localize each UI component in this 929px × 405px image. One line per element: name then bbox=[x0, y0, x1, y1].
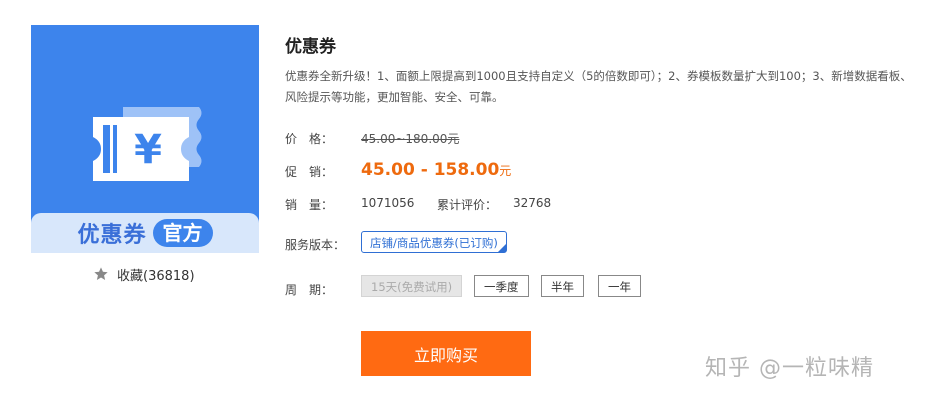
selected-check-corner bbox=[497, 244, 506, 252]
product-description: 优惠券全新升级！1、面额上限提高到1000且支持自定义（5的倍数即可）；2、券模… bbox=[285, 69, 912, 104]
edition-option-selected[interactable]: 店铺/商品优惠券(已订购) bbox=[361, 231, 507, 253]
sales-label: 销 量： bbox=[285, 198, 334, 212]
official-badge: 官方 bbox=[152, 219, 213, 247]
edition-row: 服务版本： 店铺/商品优惠券(已订购) bbox=[285, 231, 507, 253]
reviews-value: 32768 bbox=[513, 196, 552, 210]
promo-row: 促 销： 45.00 - 158.00元 bbox=[285, 160, 511, 180]
promo-label: 促 销： bbox=[285, 165, 334, 179]
price-label: 价 格： bbox=[285, 132, 334, 146]
price-row: 价 格： 45.00~180.00元 bbox=[285, 130, 459, 147]
period-row: 周 期： 15天(免费试用) 一季度 半年 一年 bbox=[285, 275, 641, 298]
edition-label: 服务版本： bbox=[285, 238, 346, 252]
star-icon bbox=[94, 267, 108, 280]
svg-text:¥: ¥ bbox=[134, 127, 162, 173]
period-option-year[interactable]: 一年 bbox=[598, 275, 641, 297]
reviews-label: 累计评价： bbox=[437, 198, 498, 212]
period-option-trial: 15天(免费试用) bbox=[361, 275, 463, 297]
promo-price: 45.00 - 158.00元 bbox=[361, 160, 512, 180]
period-option-quarter[interactable]: 一季度 bbox=[474, 275, 529, 297]
period-label: 周 期： bbox=[285, 283, 334, 297]
product-image: ¥ 优惠券 官方 bbox=[31, 25, 259, 253]
original-price: 45.00~180.00元 bbox=[361, 132, 460, 146]
sales-value: 1071056 bbox=[361, 196, 415, 210]
stats-row: 销 量： 1071056 累计评价： 32768 bbox=[285, 196, 551, 213]
image-banner: 优惠券 官方 bbox=[31, 213, 259, 253]
product-title: 优惠券 bbox=[285, 37, 336, 57]
period-option-half-year[interactable]: 半年 bbox=[541, 275, 584, 297]
favorite-button[interactable]: 收藏(36818) bbox=[93, 265, 195, 284]
image-banner-title: 优惠券 bbox=[77, 223, 147, 248]
buy-now-button[interactable]: 立即购买 bbox=[361, 331, 531, 376]
favorite-label: 收藏(36818) bbox=[117, 268, 195, 284]
watermark: 知乎 @一粒味精 bbox=[705, 356, 874, 381]
